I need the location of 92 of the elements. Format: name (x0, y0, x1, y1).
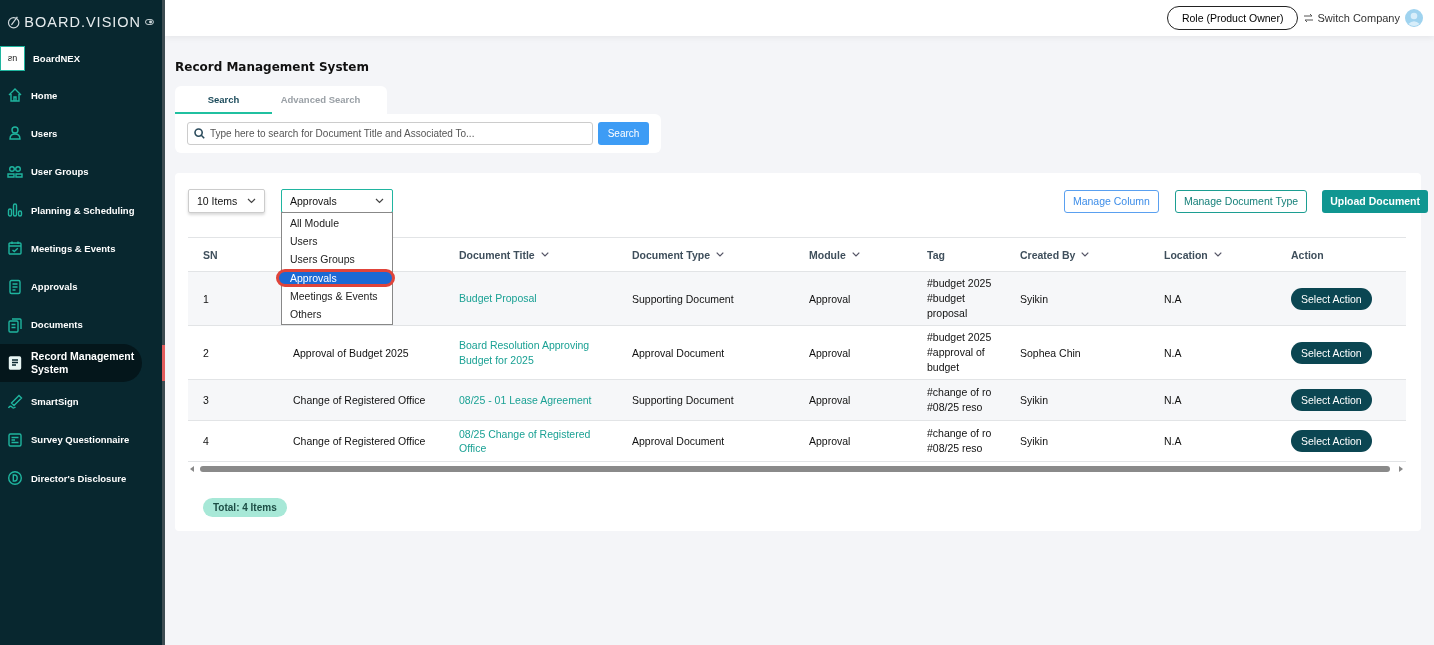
column-header: Action (1291, 248, 1324, 261)
letter-circle-icon (7, 470, 23, 487)
dropdown-option[interactable]: Meetings & Events (282, 286, 392, 305)
record-icon (7, 355, 23, 372)
table-cell: 2 (203, 346, 209, 359)
documents-icon (7, 316, 23, 333)
table-cell: Change of Registered Office (293, 435, 426, 447)
page-title: Record Management System (175, 60, 370, 74)
column-header: Tag (927, 248, 945, 261)
nav-item[interactable]: SmartSign (0, 382, 162, 421)
nav-item[interactable]: Home (0, 76, 162, 115)
column-header: Location (1164, 248, 1208, 261)
nav-item[interactable]: Meetings & Events (0, 229, 162, 268)
company-name: BoardNEX (33, 52, 80, 64)
table-cell: Approval (809, 292, 851, 305)
toggle-icon[interactable] (145, 18, 154, 26)
table-cell: Approval (809, 394, 851, 406)
table-cell: N.A (1164, 435, 1182, 447)
tag: #approval of budget (927, 345, 1005, 375)
list-icon (7, 431, 23, 448)
select-action-button[interactable]: Select Action (1291, 389, 1372, 411)
role-button[interactable]: Role (Product Owner) (1166, 6, 1299, 30)
table-cell: Supporting Document (632, 292, 734, 305)
dropdown-option[interactable]: Users (282, 232, 392, 251)
table-cell: Syikin (1020, 394, 1048, 406)
users-icon (7, 163, 23, 180)
table-cell: Approval Document (632, 435, 725, 447)
nav-item[interactable]: User Groups (0, 152, 162, 191)
sort-icon[interactable] (540, 252, 549, 257)
module-select[interactable]: Approvals (281, 189, 393, 213)
table-cell: 3 (203, 394, 209, 406)
column-header: Document Type (632, 248, 710, 261)
pen-icon (7, 393, 23, 410)
chevron-down-icon (247, 198, 256, 204)
select-action-button[interactable]: Select Action (1291, 430, 1372, 452)
table-cell: N.A (1164, 292, 1182, 305)
calendar-icon (7, 240, 23, 257)
column-header: Document Title (459, 248, 535, 261)
document-icon (7, 278, 23, 295)
table-cell: Syikin (1020, 435, 1048, 447)
table-cell: N.A (1164, 394, 1182, 406)
upload-document-button[interactable]: Upload Document (1322, 189, 1428, 213)
tag: #change of ro (927, 426, 992, 441)
tag: #change of ro (927, 385, 992, 400)
sort-icon[interactable] (851, 252, 860, 257)
table-cell: Syikin (1020, 292, 1048, 305)
table-cell: Approval of Budget 2025 (293, 346, 409, 359)
tag: #budget proposal (927, 291, 1005, 321)
dropdown-option[interactable]: Others (282, 304, 392, 323)
nav-item[interactable]: Planning & Scheduling (0, 190, 162, 230)
table-cell: Supporting Document (632, 394, 734, 406)
company-logo: ƨn (0, 45, 25, 71)
nav-item[interactable]: Documents (0, 305, 162, 345)
dropdown-option[interactable]: All Module (282, 214, 392, 233)
table-cell: Approval Document (632, 346, 725, 359)
dropdown-option[interactable]: Approvals (276, 268, 395, 287)
sort-icon[interactable] (716, 252, 724, 257)
manage-document-type-button[interactable]: Manage Document Type (1174, 189, 1308, 213)
manage-column-button[interactable]: Manage Column (1063, 189, 1159, 213)
table-cell: 1 (203, 292, 209, 305)
table-cell: Approval (809, 435, 851, 447)
swap-icon (1303, 13, 1315, 23)
brand-name: BOARD.VISION (24, 14, 142, 30)
chevron-down-icon (375, 198, 384, 204)
nav-item[interactable]: Director's Disclosure (0, 458, 162, 498)
search-field[interactable]: Type here to search for Document Title and Associated To... (187, 122, 593, 145)
column-header: Created By (1020, 248, 1076, 261)
table-cell: 4 (203, 435, 209, 447)
table-cell: N.A (1164, 346, 1182, 359)
bar-chart-icon (7, 202, 23, 219)
page-size-select[interactable]: 10 Items (188, 189, 265, 213)
dropdown-option[interactable]: Users Groups (282, 250, 392, 269)
switch-company-link[interactable]: Switch Company (1303, 12, 1400, 24)
tag: #08/25 reso (927, 400, 983, 415)
user-icon (7, 125, 23, 142)
table-cell: Sophea Chin (1020, 346, 1081, 359)
total-badge: Total: 4 Items (203, 498, 287, 517)
tag: #budget 2025 (927, 276, 992, 291)
sort-icon[interactable] (1081, 252, 1090, 257)
select-action-button[interactable]: Select Action (1291, 341, 1372, 364)
tag: #budget 2025 (927, 330, 992, 345)
table-cell: Change of Registered Office (293, 394, 426, 406)
column-header: SN (203, 248, 218, 261)
tag: #08/25 reso (927, 441, 983, 456)
sort-icon[interactable] (1213, 252, 1222, 257)
nav-item[interactable]: Survey Questionnaire (0, 420, 162, 459)
table-cell: Approval (809, 346, 851, 359)
nav-item[interactable]: Approvals (0, 267, 162, 306)
nav-item[interactable]: Users (0, 114, 162, 153)
home-icon (7, 87, 23, 104)
column-header: Module (809, 248, 846, 261)
select-action-button[interactable]: Select Action (1291, 287, 1372, 310)
